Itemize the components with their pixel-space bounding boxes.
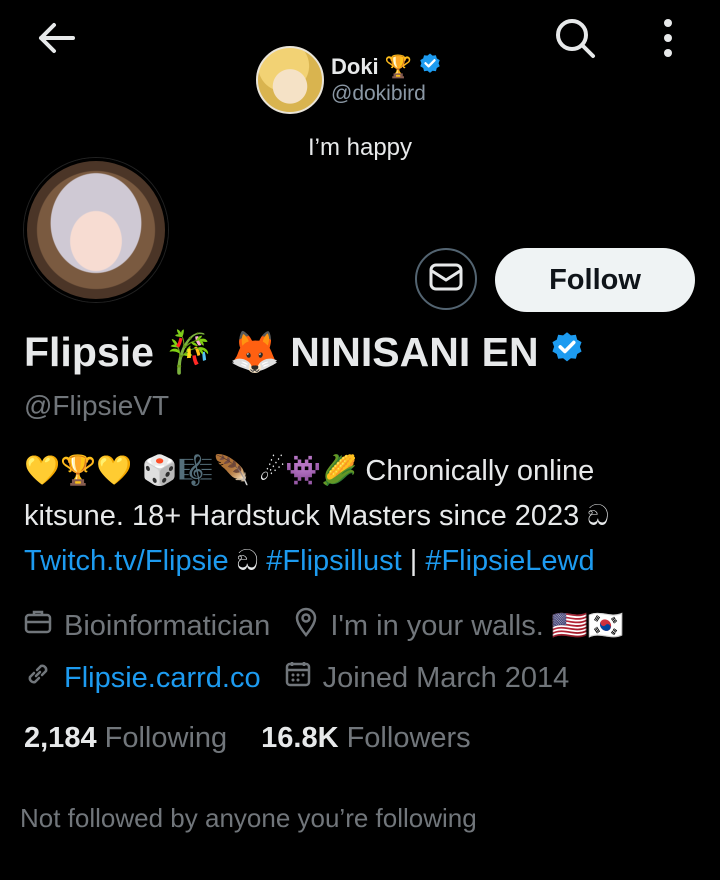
- hashtag-flipsielewd[interactable]: #FlipsieLewd: [425, 545, 594, 577]
- calendar-icon: [285, 661, 311, 695]
- bio-emojis: 💛🏆💛 🎲🎼🪶 ☄👾🌽: [24, 453, 358, 487]
- followed-by-note: Not followed by anyone you’re following: [20, 803, 477, 833]
- briefcase-icon: [24, 609, 52, 643]
- hashtag-flipsillust[interactable]: #Flipsillust: [266, 545, 401, 577]
- trophy-icon: 🏆: [384, 54, 413, 80]
- followers-stat[interactable]: 16.8K Followers: [261, 722, 471, 755]
- pinned-user-avatar[interactable]: [256, 46, 324, 114]
- follow-button[interactable]: Follow: [495, 248, 695, 312]
- more-vertical-icon: [662, 18, 674, 63]
- location: I'm in your walls. 🇺🇸🇰🇷: [294, 607, 624, 645]
- bio-line-1: 💛🏆💛 🎲🎼🪶 ☄👾🌽 Chronically online: [24, 453, 595, 487]
- twitch-link[interactable]: Twitch.tv/Flipsie: [24, 545, 229, 577]
- arrow-left-icon: [37, 22, 77, 59]
- profile-bio: 💛🏆💛 🎲🎼🪶 ☄👾🌽 Chronically online kitsune. …: [24, 448, 704, 584]
- website[interactable]: Flipsie.carrd.co: [24, 660, 261, 696]
- pinned-user-handle: @dokibird: [331, 82, 426, 105]
- status-text: I’m happy: [307, 134, 413, 161]
- profile-avatar[interactable]: [24, 158, 168, 302]
- mail-icon: [429, 263, 463, 296]
- search-button[interactable]: [548, 14, 602, 66]
- meta-row-1: Bioinformatician I'm in your walls. 🇺🇸🇰🇷: [24, 607, 624, 645]
- follow-stats: 2,184 Following 16.8K Followers: [24, 722, 471, 755]
- verified-badge-icon: [418, 52, 442, 82]
- search-icon: [553, 16, 597, 65]
- more-options-button[interactable]: [646, 14, 690, 66]
- message-button[interactable]: [415, 248, 477, 310]
- meta-row-2: Flipsie.carrd.co Joined March 2014: [24, 660, 569, 696]
- bio-line-3: Twitch.tv/Flipsie ඞ #Flipsillust | #Flip…: [24, 545, 595, 577]
- bio-line-2: kitsune. 18+ Hardstuck Masters since 202…: [24, 500, 609, 532]
- profile-handle: @FlipsieVT: [24, 390, 170, 421]
- link-icon: [24, 660, 52, 696]
- joined-date: Joined March 2014: [285, 661, 569, 695]
- following-stat[interactable]: 2,184 Following: [24, 722, 227, 755]
- verified-badge-icon: [549, 329, 585, 376]
- location-pin-icon: [294, 607, 318, 645]
- profession: Bioinformatician: [24, 609, 270, 643]
- pinned-user-name[interactable]: Doki 🏆: [331, 52, 442, 82]
- name-emojis: 🎋 🦊: [163, 328, 281, 376]
- display-name: Flipsie 🎋 🦊 NINISANI EN: [24, 328, 585, 377]
- back-button[interactable]: [30, 18, 84, 62]
